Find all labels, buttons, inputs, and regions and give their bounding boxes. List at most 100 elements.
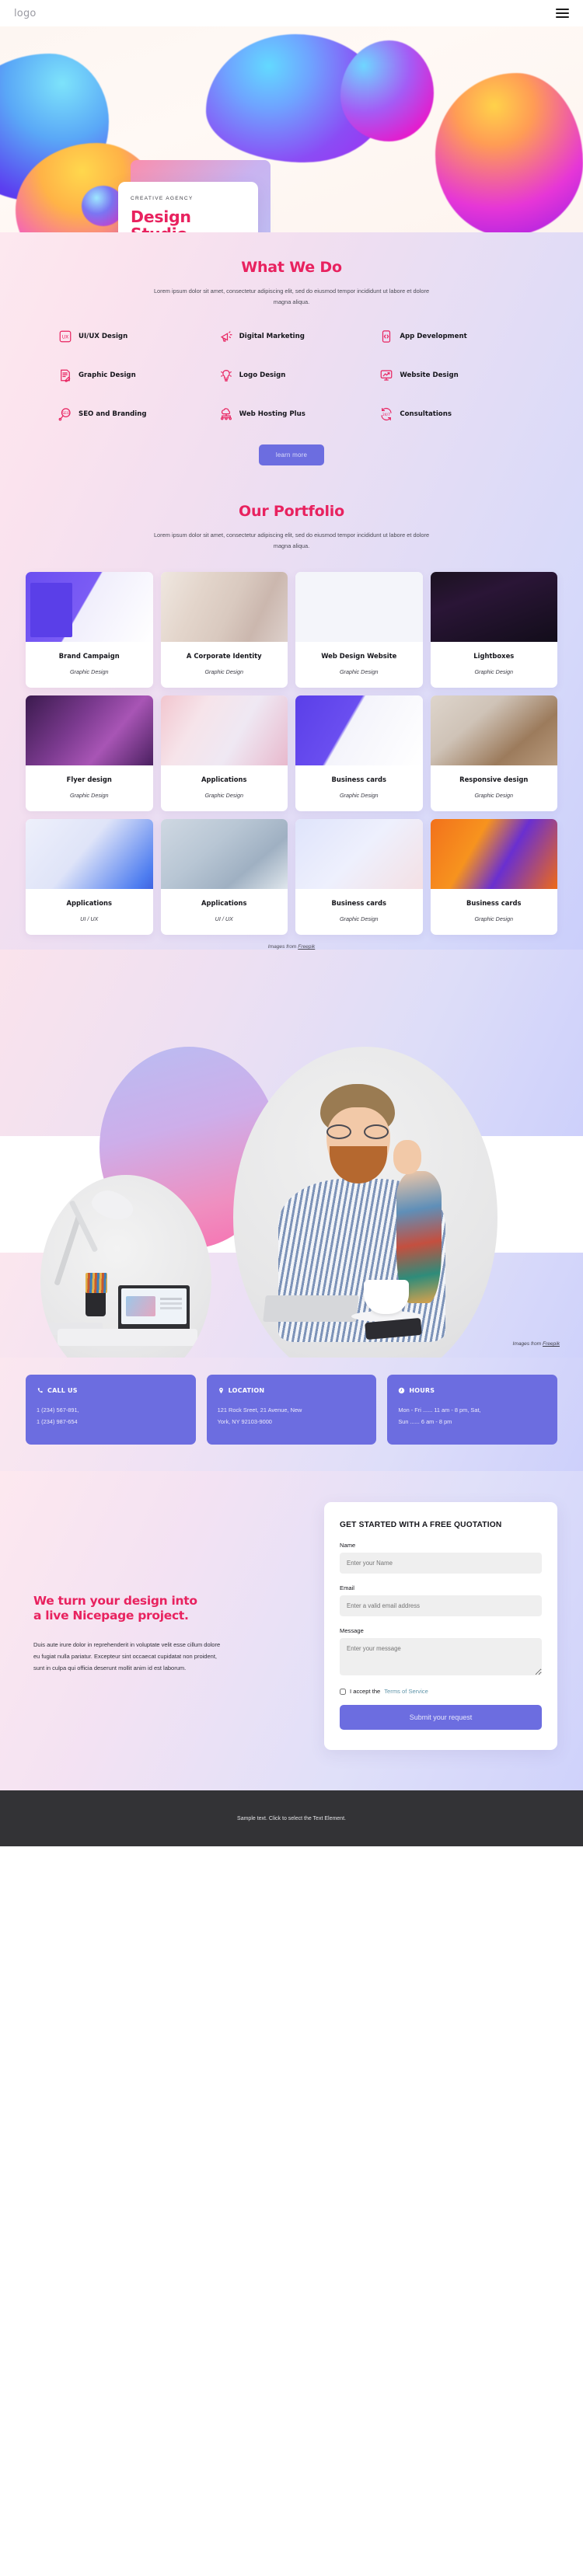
service-item-uiux[interactable]: UX UI/UX Design — [51, 329, 211, 343]
portfolio-card[interactable]: Flyer design Graphic Design — [26, 695, 153, 811]
contact-section: CALL US 1 (234) 567-891, 1 (234) 987-654… — [0, 1358, 583, 1471]
portfolio-thumbnail — [26, 695, 153, 765]
portfolio-card[interactable]: Business cards Graphic Design — [295, 819, 423, 935]
portfolio-card[interactable]: Brand Campaign Graphic Design — [26, 572, 153, 688]
pin-icon — [218, 1387, 225, 1394]
contact-line-2: Sun ...... 6 am - 8 pm — [398, 1418, 452, 1425]
portfolio-category: UI / UX — [215, 915, 233, 922]
desk-surface — [58, 1329, 197, 1346]
portfolio-card[interactable]: Web Design Website Graphic Design — [295, 572, 423, 688]
message-textarea[interactable] — [340, 1638, 542, 1675]
photo-credit-prefix: Images from — [512, 1341, 543, 1347]
service-item-logo-design[interactable]: Logo Design — [211, 368, 372, 382]
cta-copy: We turn your design into a live Nicepage… — [26, 1502, 259, 1674]
portfolio-thumbnail — [430, 695, 557, 765]
contact-line-1: 121 Rock Sreet, 21 Avenue, New — [217, 1407, 302, 1413]
terms-of-service-link[interactable]: Terms of Service — [384, 1688, 428, 1695]
cta-paragraph: Duis aute irure dolor in reprehenderit i… — [33, 1641, 221, 1671]
hamburger-icon[interactable] — [556, 8, 569, 19]
portfolio-category: Graphic Design — [204, 668, 244, 675]
service-item-website-design[interactable]: Website Design — [372, 368, 532, 382]
portfolio-thumbnail — [430, 819, 557, 889]
portfolio-thumbnail — [295, 572, 423, 642]
cta-form-section: We turn your design into a live Nicepage… — [0, 1471, 583, 1790]
portfolio-card[interactable]: Responsive design Graphic Design — [430, 695, 557, 811]
portfolio-card[interactable]: Applications Graphic Design — [160, 695, 288, 811]
service-item-seo-branding[interactable]: SEO SEO and Branding — [51, 407, 211, 421]
portfolio-name: Lightboxes — [473, 652, 515, 660]
hero-section: CREATIVE AGENCY Design Studio Portfolio … — [0, 26, 583, 232]
field-email: Email — [340, 1584, 542, 1616]
portfolio-meta: Applications UI / UX — [26, 889, 153, 935]
service-label: Web Hosting Plus — [239, 410, 305, 418]
portfolio-name: Business cards — [466, 899, 522, 907]
submit-request-button[interactable]: Submit your request — [340, 1705, 542, 1730]
pencil-cup — [86, 1290, 106, 1316]
name-input[interactable] — [340, 1553, 542, 1574]
portfolio-thumbnail — [26, 572, 153, 642]
terms-row: I accept the Terms of Service — [340, 1688, 542, 1695]
hero-card: CREATIVE AGENCY Design Studio Portfolio … — [118, 182, 258, 232]
portfolio-category: UI / UX — [80, 915, 99, 922]
portfolio-title: Our Portfolio — [239, 503, 344, 520]
service-item-consultations[interactable]: 24/7 Consultations — [372, 407, 532, 421]
portfolio-meta: Business cards Graphic Design — [295, 889, 423, 935]
portfolio-card[interactable]: Business cards Graphic Design — [295, 695, 423, 811]
portfolio-card[interactable]: Applications UI / UX — [26, 819, 153, 935]
email-label: Email — [340, 1584, 354, 1591]
service-item-digital-marketing[interactable]: Digital Marketing — [211, 329, 372, 343]
contact-card-location[interactable]: LOCATION 121 Rock Sreet, 21 Avenue, New … — [206, 1375, 377, 1445]
service-label: UI/UX Design — [79, 333, 128, 340]
contact-grid: CALL US 1 (234) 567-891, 1 (234) 987-654… — [26, 1375, 557, 1445]
portfolio-meta: Web Design Website Graphic Design — [295, 642, 423, 688]
accept-terms-label: I accept the — [350, 1688, 381, 1695]
portfolio-credit-link[interactable]: Freepik — [298, 944, 315, 950]
contact-card-call-us[interactable]: CALL US 1 (234) 567-891, 1 (234) 987-654 — [26, 1375, 196, 1445]
portfolio-card[interactable]: Lightboxes Graphic Design — [430, 572, 557, 688]
photo-showcase-section: Images from Freepik — [0, 950, 583, 1358]
contact-card-title: CALL US — [47, 1387, 78, 1394]
portfolio-meta: Flyer design Graphic Design — [26, 765, 153, 811]
screen-photo — [126, 1296, 155, 1316]
portfolio-name: Brand Campaign — [58, 652, 120, 660]
cta-title: We turn your design into a live Nicepage… — [33, 1594, 259, 1623]
contact-card-hours[interactable]: HOURS Mon - Fri ...... 11 am - 8 pm, Sat… — [387, 1375, 557, 1445]
portfolio-card[interactable]: Applications UI / UX — [160, 819, 288, 935]
message-label: Message — [340, 1627, 364, 1634]
portfolio-name: Applications — [201, 899, 247, 907]
service-item-graphic-design[interactable]: Graphic Design — [51, 368, 211, 382]
coffee-cup — [364, 1280, 409, 1314]
contact-card-body: 1 (234) 567-891, 1 (234) 987-654 — [37, 1404, 185, 1427]
field-message: Message — [340, 1627, 542, 1679]
contact-line-2: 1 (234) 987-654 — [37, 1418, 78, 1425]
portfolio-name: Flyer design — [66, 776, 112, 783]
learn-more-button[interactable]: learn more — [258, 444, 325, 465]
megaphone-icon — [219, 329, 233, 343]
cta-inner: We turn your design into a live Nicepage… — [26, 1502, 557, 1750]
logo[interactable]: logo — [14, 8, 37, 19]
email-input[interactable] — [340, 1595, 542, 1616]
services-title: What We Do — [241, 259, 342, 276]
portfolio-name: Business cards — [331, 899, 386, 907]
portfolio-section: Our Portfolio Lorem ipsum dolor sit amet… — [0, 465, 583, 950]
contact-card-header: CALL US — [37, 1387, 185, 1394]
services-grid: UX UI/UX Design Digital Marketing App De… — [51, 329, 532, 421]
portfolio-name: Business cards — [331, 776, 386, 783]
portfolio-name: Applications — [201, 776, 247, 783]
service-item-app-development[interactable]: App Development — [372, 329, 532, 343]
portfolio-card[interactable]: Business cards Graphic Design — [430, 819, 557, 935]
phone-icon — [37, 1387, 44, 1394]
portfolio-name: Applications — [66, 899, 112, 907]
page-root: logo CREATIVE AGENCY Design Studio Portf… — [0, 0, 583, 1846]
service-label: SEO and Branding — [79, 410, 147, 418]
cta-title-line-1: We turn your design into — [33, 1594, 197, 1608]
portfolio-meta: Brand Campaign Graphic Design — [26, 642, 153, 688]
service-label: Website Design — [400, 371, 459, 379]
footer-sample-text[interactable]: Sample text. Click to select the Text El… — [237, 1816, 346, 1821]
photo-credit-link[interactable]: Freepik — [543, 1341, 560, 1347]
portfolio-card[interactable]: A Corporate Identity Graphic Design — [160, 572, 288, 688]
accept-terms-checkbox[interactable] — [340, 1688, 346, 1695]
service-item-web-hosting[interactable]: Web Hosting Plus — [211, 407, 372, 421]
site-header: logo — [0, 0, 583, 26]
site-footer: Sample text. Click to select the Text El… — [0, 1790, 583, 1846]
